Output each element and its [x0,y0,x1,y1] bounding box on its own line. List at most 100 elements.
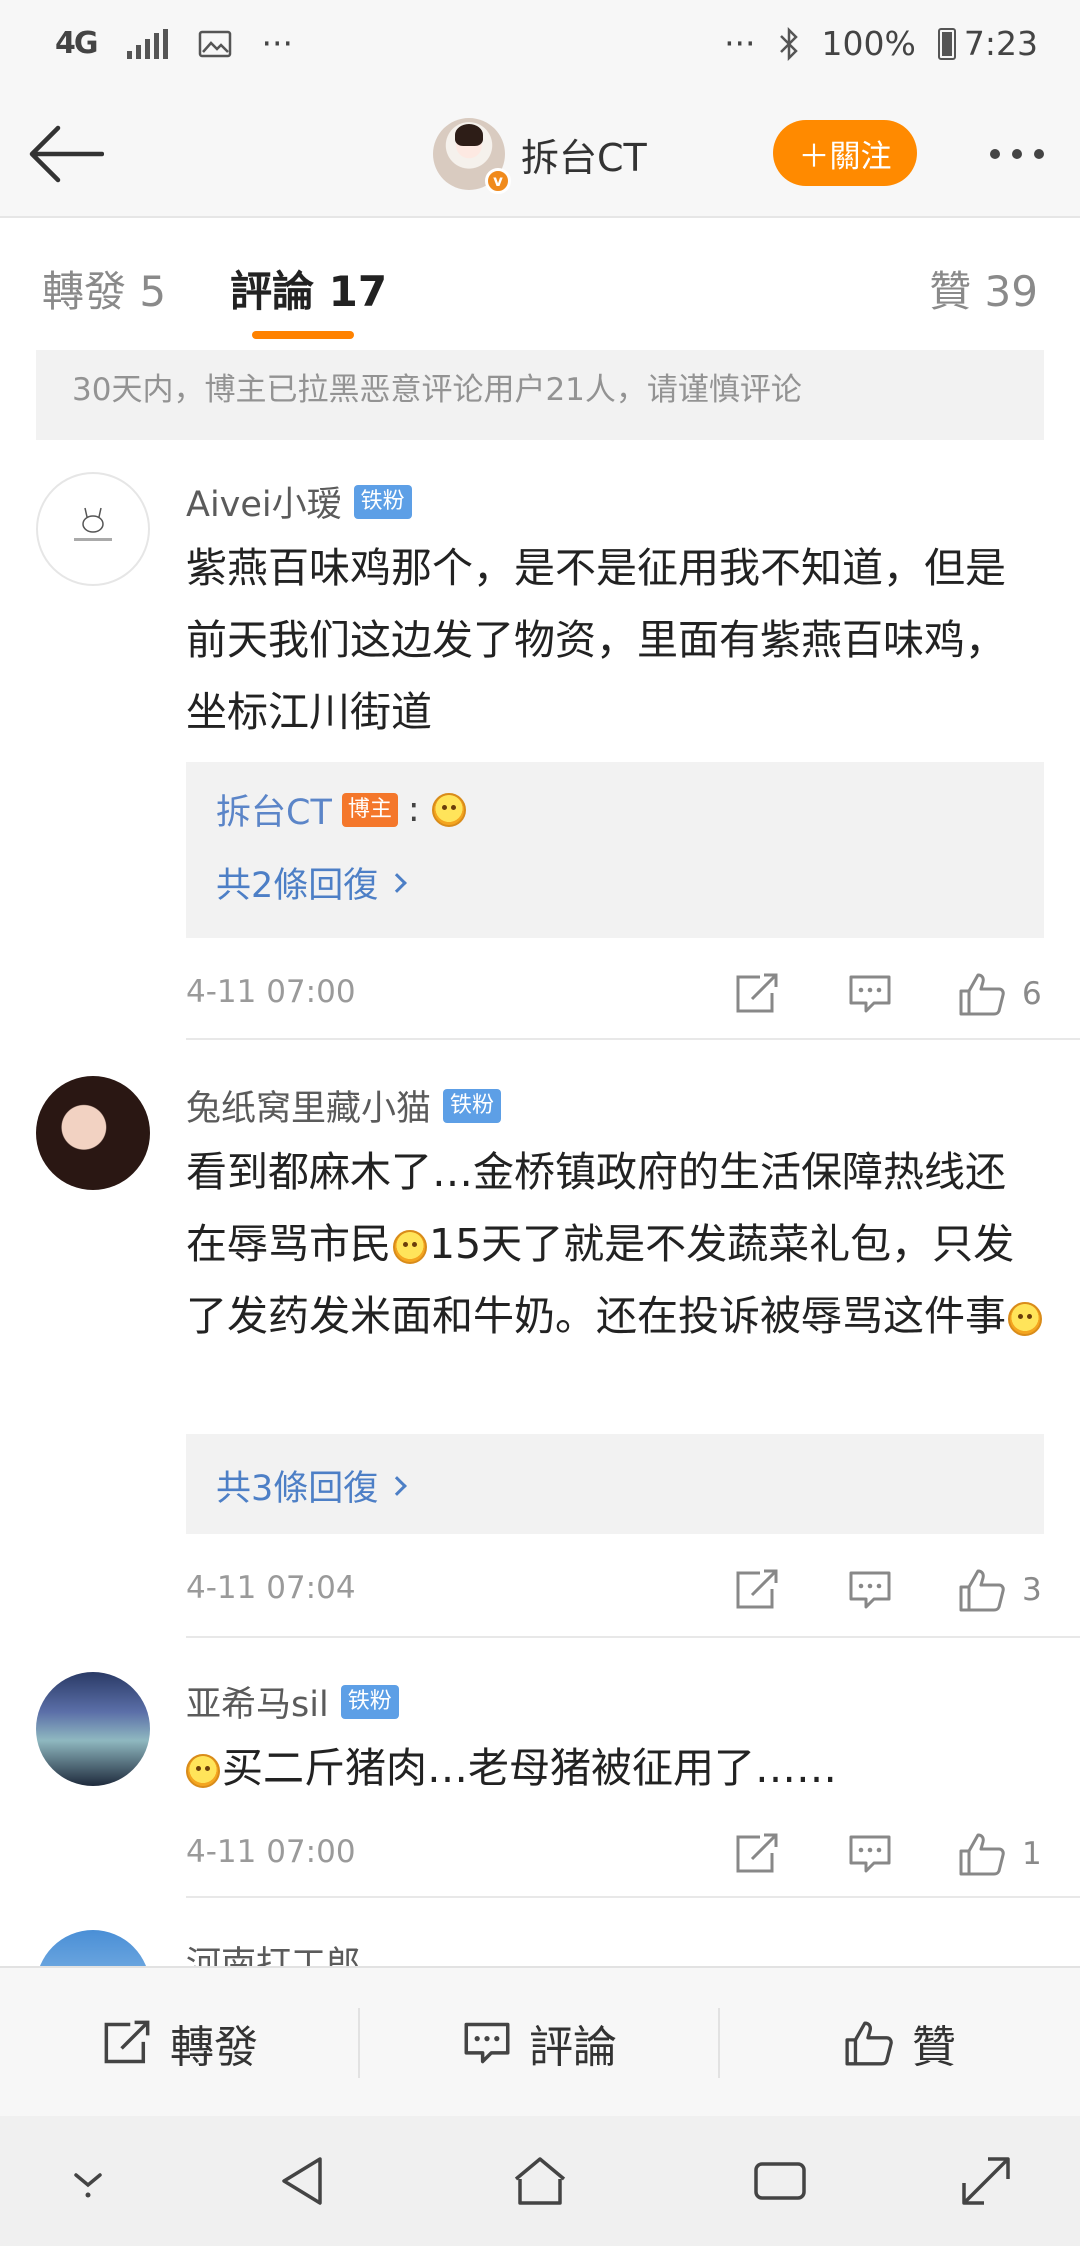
status-bar: 4G ··· ··· 100% 7:23 [0,0,1080,90]
share-icon [736,1833,778,1873]
comment-label: 評論 [529,2022,617,2073]
tab-repost[interactable]: 轉發 5 [42,258,166,319]
tab-likes[interactable]: 贊 39 [929,258,1038,319]
tab-bar: 轉發 5 評論 17 贊 39 [0,218,1080,350]
view-replies-link[interactable]: 共3條回復 [216,1460,1014,1511]
view-replies-link[interactable]: 共2條回復 [216,857,1014,908]
comment-divider [186,1038,1080,1040]
share-button[interactable] [734,1566,780,1614]
clock: 7:23 [963,24,1038,63]
bottom-action-bar: 轉發 評論 贊 [0,1966,1080,2116]
header-bar: v 拆台CT ＋關注 [0,90,1080,218]
reply-button[interactable] [848,1566,892,1614]
view-replies-label: 共2條回復 [216,866,379,906]
overflow-indicator: ··· [724,24,756,63]
share-button[interactable] [734,970,780,1018]
host-badge: 博主 [341,792,398,827]
follow-button[interactable]: ＋關注 [773,120,917,186]
bluetooth-icon [778,27,800,61]
avatar[interactable] [36,1930,150,1966]
comment-icon [849,975,891,1013]
comment-icon [849,1835,891,1873]
profile-link[interactable]: v 拆台CT [433,112,647,196]
back-arrow-icon [29,125,104,183]
like-count: 1 [1022,1836,1042,1872]
reply-button[interactable] [848,1830,892,1878]
more-dots-icon[interactable] [982,130,1052,178]
view-replies-label: 共3條回復 [216,1469,379,1509]
comment-divider [186,1896,1080,1898]
avatar: v [433,118,511,194]
comment-icon [464,2022,510,2064]
crying-laughing-emoji-icon [186,1754,220,1788]
comment-icon [849,1571,891,1609]
comment-author[interactable]: 亚希马sil [186,1676,329,1727]
active-tab-indicator [252,331,354,339]
comment-author[interactable]: Aivei小瑷 [186,476,342,527]
reply-preview[interactable]: 拆台CT 博主 : 共2條回復 [186,762,1044,938]
comment-text-part: 买二斤猪肉…老母猪被征用了…… [222,1744,837,1792]
reply-button[interactable] [848,970,892,1018]
fan-badge: 铁粉 [340,1684,399,1719]
home-button[interactable] [500,2146,580,2216]
image-notification-icon [198,30,232,58]
comment-text: 买二斤猪肉…老母猪被征用了…… [186,1732,1044,1804]
hide-keyboard-button[interactable] [48,2146,128,2216]
share-icon [736,1569,778,1609]
back-button[interactable] [262,2146,342,2216]
like-button[interactable]: 6 [958,970,1042,1018]
battery-icon [937,28,956,60]
back-button[interactable] [26,116,106,192]
chevron-right-icon [387,872,408,893]
comment-timestamp: 4-11 07:00 [186,1834,356,1870]
reply-colon: : [407,789,420,830]
reply-author[interactable]: 拆台CT [216,784,332,835]
repost-button[interactable]: 轉發 [0,1968,360,2118]
share-icon [104,2020,150,2064]
tab-comments[interactable]: 評論 17 [230,258,387,319]
comment-divider [186,1636,1080,1638]
network-type-indicator: 4G [55,26,98,61]
like-count: 3 [1022,1572,1042,1608]
weibo-comments-page: 4G ··· ··· 100% 7:23 v 拆台CT ＋關注 轉發 5 評論 … [0,0,1080,2246]
reply-preview[interactable]: 共3條回復 [186,1434,1044,1534]
expand-icon [962,2157,1010,2205]
expand-button[interactable] [946,2146,1026,2216]
back-triangle-icon [282,2157,322,2205]
signal-icon [126,29,168,59]
chevron-right-icon [387,1475,408,1496]
comment-author[interactable]: 兔纸窝里藏小猫 [186,1080,431,1131]
more-notifications-indicator: ··· [261,24,293,63]
recent-apps-icon [754,2162,806,2200]
verified-badge: v [485,168,511,194]
thumbs-up-icon [959,973,1005,1016]
like-button[interactable]: 3 [958,1566,1042,1614]
comment-text: 紫燕百味鸡那个，是不是征用我不知道，但是前天我们这边发了物资，里面有紫燕百味鸡，… [186,544,1006,736]
avatar[interactable] [36,1076,150,1190]
chevron-down-icon [74,2173,102,2198]
home-icon [514,2157,566,2205]
avatar[interactable] [36,1672,150,1786]
thumbs-up-icon [845,2021,893,2066]
comment-timestamp: 4-11 07:00 [186,974,356,1010]
thumbs-up-icon [959,1569,1005,1612]
crying-laughing-emoji-icon [393,1230,427,1264]
battery-percentage: 100% [821,24,916,63]
recent-apps-button[interactable] [740,2146,820,2216]
comment-timestamp: 4-11 07:04 [186,1570,356,1606]
like-label: 贊 [912,2022,956,2073]
avatar[interactable] [36,472,150,586]
comment-button[interactable]: 評論 [360,1968,720,2118]
like-post-button[interactable]: 贊 [720,1968,1080,2118]
smile-emoji-icon [431,792,466,827]
page-title: 拆台CT [521,135,647,180]
system-navigation-bar [0,2116,1080,2246]
crying-laughing-emoji-icon [1008,1302,1042,1336]
share-button[interactable] [734,1830,780,1878]
comment-author[interactable]: 河南打工郎 [186,1936,361,1966]
like-button[interactable]: 1 [958,1830,1042,1878]
comment-text: 看到都麻木了…金桥镇政府的生活保障热线还在辱骂市民 15天了就是不发蔬菜礼包，只发… [186,1136,1044,1352]
fan-badge: 铁粉 [353,484,412,519]
like-count: 6 [1022,976,1042,1012]
moderation-notice: 30天内，博主已拉黑恶意评论用户21人，请谨慎评论 [36,350,1044,440]
